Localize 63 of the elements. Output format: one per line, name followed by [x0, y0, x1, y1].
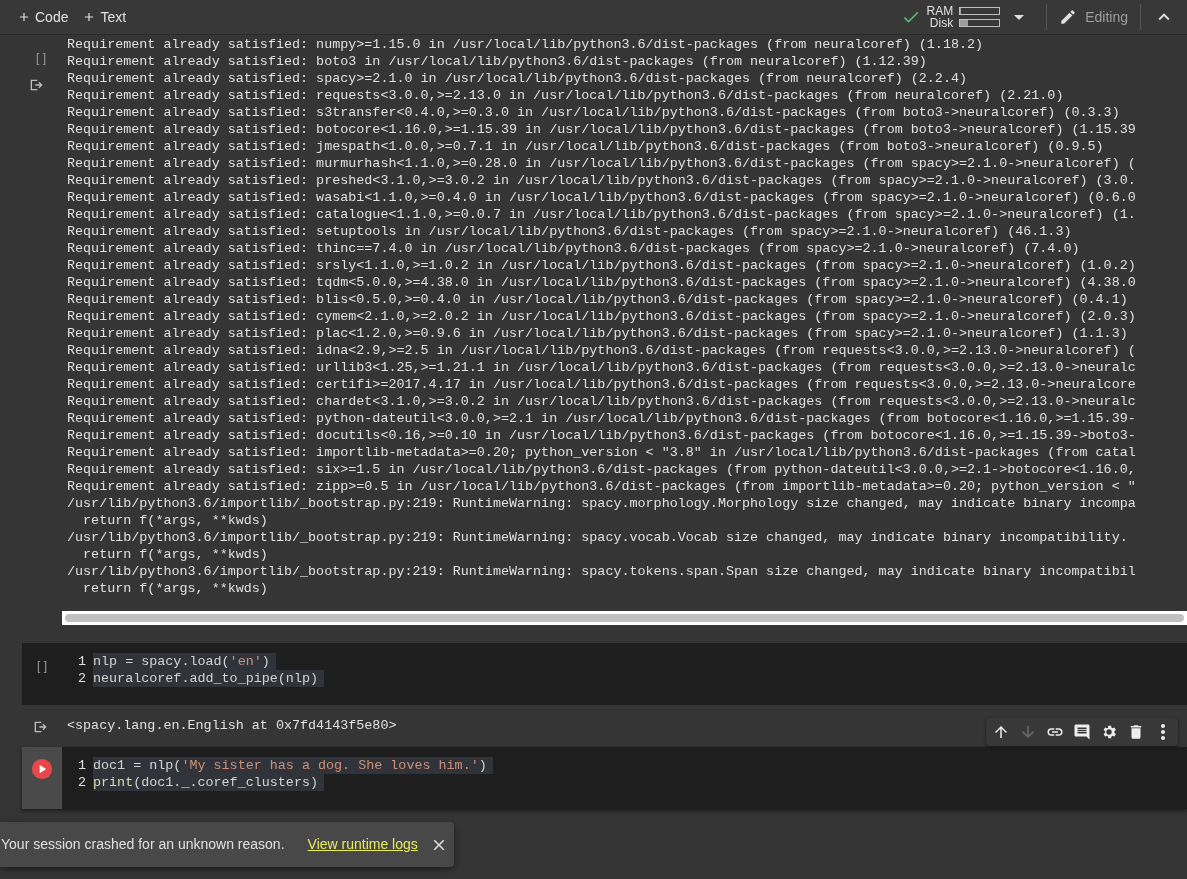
output-line: /usr/lib/python3.6/importlib/_bootstrap.py:219: RuntimeWarning: spacy.vocab.Vocab size changed, may indicate binary incompatibility.: [67, 529, 1129, 546]
output-line: Requirement already satisfied: chardet<3.1.0,>=3.0.2 in /usr/local/lib/python3.6/dist-packages (from requests<3.0.0,>=2.13.0->neuralc: [67, 393, 1136, 410]
horizontal-scrollbar[interactable]: [62, 611, 1187, 625]
output-line: <spacy.lang.en.English at 0x7fd4143f5e80>: [67, 717, 397, 734]
runtime-logs-link[interactable]: View runtime logs: [307, 834, 418, 855]
output-line: /usr/lib/python3.6/importlib/_bootstrap.py:219: RuntimeWarning: spacy.tokens.span.Span size changed, may indicate binary incompatibil: [67, 563, 1136, 580]
output-icon: [32, 719, 48, 735]
line-number: 1: [76, 653, 86, 670]
output-line: Requirement already satisfied: botocore<1.16.0,>=1.15.39 in /usr/local/lib/python3.6/dist-packages (from boto3->neuralcoref) (1.15.39: [67, 121, 1136, 138]
output-line: Requirement already satisfied: requests<3.0.0,>=2.13.0 in /usr/local/lib/python3.6/dist-packages (from neuralcoref) (2.21.0): [67, 87, 1065, 104]
line-number: 1: [76, 757, 86, 774]
more-icon: [1161, 724, 1165, 740]
output-line: Requirement already satisfied: six>=1.5 in /usr/local/lib/python3.6/dist-packages (from python-dateutil<3.0.0,>=2.1->botocore<1.16.0,: [67, 461, 1136, 478]
usage-bar: [959, 7, 1001, 15]
comment-icon: [1073, 723, 1091, 741]
line-number: 2: [76, 774, 86, 791]
output-line: Requirement already satisfied: preshed<3.1.0,>=3.0.2 in /usr/local/lib/python3.6/dist-packages (from spacy>=2.1.0->neuralcoref) (3.0.: [67, 172, 1136, 189]
code-cell[interactable]: 1 doc1 = nlp('My sister has a dog. She loves him.') 2 print(doc1._.coref_clusters): [22, 747, 1187, 809]
line-number: 2: [76, 670, 86, 687]
output-line: Requirement already satisfied: setuptools in /usr/local/lib/python3.6/dist-packages (from spacy>=2.1.0->neuralcoref) (46.1.3): [67, 223, 1073, 240]
cell-prompt: [ ]: [37, 658, 47, 675]
output-line: Requirement already satisfied: docutils<0.16,>=0.10 in /usr/local/lib/python3.6/dist-packages (from botocore<1.16.0,>=1.15.39->boto3-: [67, 427, 1136, 444]
output-line: return f(*args, **kwds): [82, 512, 269, 529]
output-line: Requirement already satisfied: importlib-metadata>=0.20; python_version < "3.8" in /usr/local/lib/python3.6/dist-packages (from catal: [67, 444, 1136, 461]
output-line: Requirement already satisfied: wasabi<1.1.0,>=0.4.0 in /usr/local/lib/python3.6/dist-packages (from spacy>=2.1.0->neuralcoref) (0.6.0: [67, 189, 1136, 206]
output-line: Requirement already satisfied: tqdm<5.0.0,>=4.38.0 in /usr/local/lib/python3.6/dist-packages (from spacy>=2.1.0->neuralcoref) (4.38.0: [67, 274, 1136, 291]
output-line: return f(*args, **kwds): [82, 580, 269, 597]
output-line: Requirement already satisfied: plac<1.2.0,>=0.9.6 in /usr/local/lib/python3.6/dist-packages (from spacy>=2.1.0->neuralcoref) (1.1.3): [67, 325, 1129, 342]
output-line: Requirement already satisfied: numpy>=1.15.0 in /usr/local/lib/python3.6/dist-packages (from neuralcoref) (1.18.2): [67, 36, 985, 53]
pencil-icon: [1059, 8, 1078, 26]
code-cell[interactable]: [ ] 1 nlp = spacy.load('en') 2 neuralcoref.add_to_pipe(nlp): [22, 643, 1187, 705]
editing-button[interactable]: Editing: [1059, 3, 1128, 31]
resources-button[interactable]: RAM Disk: [896, 2, 1035, 32]
resource-label: RAM: [926, 5, 954, 17]
usage-bar: [959, 19, 1001, 27]
output-icon: [28, 77, 44, 93]
output-line: Requirement already satisfied: thinc==7.4.0 in /usr/local/lib/python3.6/dist-packages (from spacy>=2.1.0->neuralcoref) (7.4.0): [67, 240, 1081, 257]
output-line: return f(*args, **kwds): [82, 546, 269, 563]
output-line: Requirement already satisfied: srsly<1.1.0,>=1.0.2 in /usr/local/lib/python3.6/dist-packages (from spacy>=2.1.0->neuralcoref) (1.0.2): [67, 257, 1136, 274]
output-line: Requirement already satisfied: murmurhash<1.1.0,>=0.28.0 in /usr/local/lib/python3.6/dist-packages (from spacy>=2.1.0->neuralcoref) (: [67, 155, 1136, 172]
run-button[interactable]: [31, 758, 53, 780]
output-line: Requirement already satisfied: python-dateutil<3.0.0,>=2.1 in /usr/local/lib/python3.6/dist-packages (from botocore<1.16.0,>=1.15.39-: [67, 410, 1136, 427]
caret-icon: [1014, 14, 1025, 20]
output-line: Requirement already satisfied: s3transfer<0.4.0,>=0.3.0 in /usr/local/lib/python3.6/dist-packages (from boto3->neuralcoref) (0.3.3): [67, 104, 1121, 121]
play-icon: [31, 758, 53, 780]
output-line: Requirement already satisfied: urllib3<1.25,>=1.21.1 in /usr/local/lib/python3.6/dist-packages (from requests<3.0.0,>=2.13.0->neuralc: [67, 359, 1136, 376]
output-line: Requirement already satisfied: zipp>=0.5 in /usr/local/lib/python3.6/dist-packages (from importlib-metadata>=0.20; python_version < ": [67, 478, 1136, 495]
output-line: Requirement already satisfied: certifi>=2017.4.17 in /usr/local/lib/python3.6/dist-packages (from requests<3.0.0,>=2.13.0->neuralcore: [67, 376, 1136, 393]
resource-label: Disk: [929, 17, 954, 29]
output-line: /usr/lib/python3.6/importlib/_bootstrap.py:219: RuntimeWarning: spacy.morphology.Morphology size changed, may indicate binary incompa: [67, 495, 1136, 512]
add-cell-button[interactable]: Code: [17, 3, 69, 31]
toast-message: Your session crashed for an unknown reason.: [1, 835, 285, 854]
output-line: Requirement already satisfied: spacy>=2.1.0 in /usr/local/lib/python3.6/dist-packages (from neuralcoref) (2.2.4): [67, 70, 968, 87]
plus-icon: [17, 10, 31, 24]
arrow-down-icon: [1019, 723, 1037, 741]
output-line: Requirement already satisfied: catalogue<1.1.0,>=0.0.7 in /usr/local/lib/python3.6/dist-packages (from spacy>=2.1.0->neuralcoref) (1.: [67, 206, 1136, 223]
cell-prompt: [ ]: [36, 50, 46, 67]
add-cell-button[interactable]: Text: [82, 3, 127, 31]
output-line: Requirement already satisfied: idna<2.9,>=2.5 in /usr/local/lib/python3.6/dist-packages (from requests<3.0.0,>=2.13.0->neuralcoref) (: [67, 342, 1136, 359]
output-line: Requirement already satisfied: jmespath<1.0.0,>=0.7.1 in /usr/local/lib/python3.6/dist-packages (from boto3->neuralcoref) (0.9.5): [67, 138, 1105, 155]
output-line: Requirement already satisfied: blis<0.5.0,>=0.4.0 in /usr/local/lib/python3.6/dist-packages (from spacy>=2.1.0->neuralcoref) (0.4.1): [67, 291, 1129, 308]
output-line: Requirement already satisfied: boto3 in /usr/local/lib/python3.6/dist-packages (from neuralcoref) (1.12.39): [67, 53, 928, 70]
output-line: Requirement already satisfied: cymem<2.1.0,>=2.0.2 in /usr/local/lib/python3.6/dist-packages (from spacy>=2.1.0->neuralcoref) (2.0.3): [67, 308, 1136, 325]
